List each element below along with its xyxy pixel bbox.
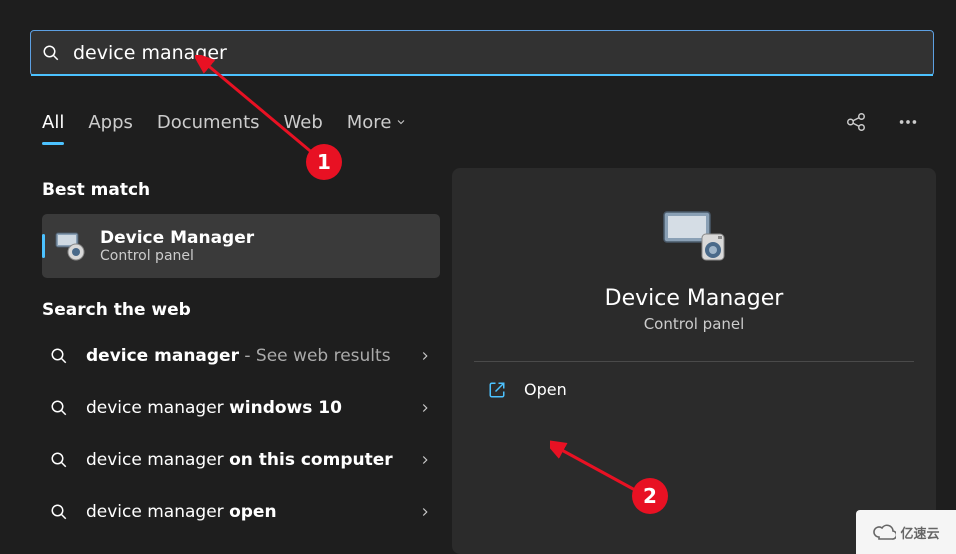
web-result-item[interactable]: device manager windows 10	[42, 386, 440, 430]
tab-documents[interactable]: Documents	[157, 112, 260, 133]
tab-web[interactable]: Web	[284, 112, 323, 133]
chevron-down-icon	[395, 116, 407, 128]
web-heading: Search the web	[42, 300, 440, 320]
details-pane: Device Manager Control panel Open	[452, 168, 936, 554]
chevron-right-icon	[418, 453, 432, 467]
search-icon	[50, 347, 68, 365]
web-results-list: device manager - See web results device …	[42, 334, 440, 534]
search-input[interactable]	[73, 42, 923, 64]
tab-apps[interactable]: Apps	[88, 112, 133, 133]
search-filter-tabs: All Apps Documents Web More	[42, 108, 922, 136]
open-external-icon	[488, 381, 506, 399]
web-result-item[interactable]: device manager on this computer	[42, 438, 440, 482]
details-title: Device Manager	[605, 286, 784, 311]
search-icon	[50, 451, 68, 469]
web-result-text: device manager open	[86, 502, 400, 522]
annotation-badge-1: 1	[306, 144, 342, 180]
share-icon[interactable]	[842, 108, 870, 136]
results-left-column: Best match Device Manager Control panel …	[42, 180, 440, 534]
open-label: Open	[524, 380, 567, 399]
chevron-right-icon	[418, 401, 432, 415]
chevron-right-icon	[418, 349, 432, 363]
web-result-text: device manager windows 10	[86, 398, 400, 418]
best-match-heading: Best match	[42, 180, 440, 200]
chevron-right-icon	[418, 505, 432, 519]
best-match-subtitle: Control panel	[100, 248, 254, 264]
device-manager-icon	[54, 230, 86, 262]
tab-more-label: More	[347, 112, 392, 133]
search-icon	[50, 399, 68, 417]
more-options-icon[interactable]	[894, 108, 922, 136]
web-result-item[interactable]: device manager - See web results	[42, 334, 440, 378]
details-subtitle: Control panel	[644, 315, 745, 333]
tab-all[interactable]: All	[42, 112, 64, 133]
search-icon	[41, 43, 61, 63]
web-result-text: device manager on this computer	[86, 450, 400, 470]
open-action[interactable]: Open	[474, 362, 914, 417]
best-match-title: Device Manager	[100, 228, 254, 248]
watermark: 亿速云	[856, 510, 956, 554]
search-bar[interactable]	[30, 30, 934, 76]
device-manager-large-icon	[658, 208, 730, 268]
search-icon	[50, 503, 68, 521]
tab-more[interactable]: More	[347, 112, 408, 133]
best-match-result[interactable]: Device Manager Control panel	[42, 214, 440, 278]
annotation-badge-2: 2	[632, 478, 668, 514]
search-focus-underline	[31, 74, 933, 76]
web-result-text: device manager - See web results	[86, 346, 400, 366]
web-result-item[interactable]: device manager open	[42, 490, 440, 534]
